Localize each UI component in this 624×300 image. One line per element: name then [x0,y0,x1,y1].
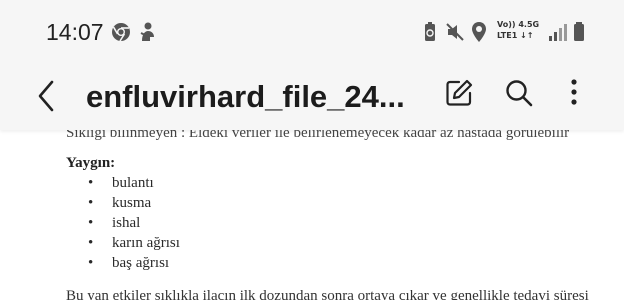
status-time: 14:07 [46,19,104,45]
network-text-bottom: LTE1 ↓↑ [497,31,534,40]
chrome-icon [110,20,132,44]
bullet: • [88,255,94,271]
cut-off-text-line: Bu yan etkiler sıklıkla ilacın ilk dozun… [66,288,589,300]
battery-saver-icon [422,20,438,44]
search-icon [506,80,533,107]
search-button[interactable] [503,77,535,109]
document-view[interactable]: Sıklığı bilinmeyen : Eldeki veriler ile … [0,118,624,300]
edit-icon [446,79,473,106]
status-bar: 14:07 Vo)) 4.5G LTE1 ↓↑ [0,0,624,64]
network-text-top: Vo)) 4.5G [497,20,540,29]
bullet: • [88,195,94,211]
bullet: • [88,235,94,251]
list-item-text: karın ağrısı [112,235,180,251]
signal-icon [548,20,568,44]
document-title: enfluvirhard_file_24... [86,79,405,114]
list-item-text: kusma [112,195,152,211]
location-icon [470,20,488,44]
more-options-button[interactable] [560,77,588,109]
character-icon [136,20,158,44]
more-vertical-icon [571,79,577,105]
mute-icon [444,20,466,44]
list-item-text: bulantı [112,175,154,191]
section-heading: Yaygın: [66,155,116,171]
list-item-text: ishal [112,215,141,231]
back-button[interactable] [30,76,66,116]
back-arrow-icon [38,80,54,112]
bullet: • [88,175,94,191]
battery-icon [572,20,586,44]
list-item-text: baş ağrısı [112,255,170,271]
edit-button[interactable] [443,77,475,109]
bullet: • [88,215,94,231]
app-toolbar: enfluvirhard_file_24... [0,64,624,130]
